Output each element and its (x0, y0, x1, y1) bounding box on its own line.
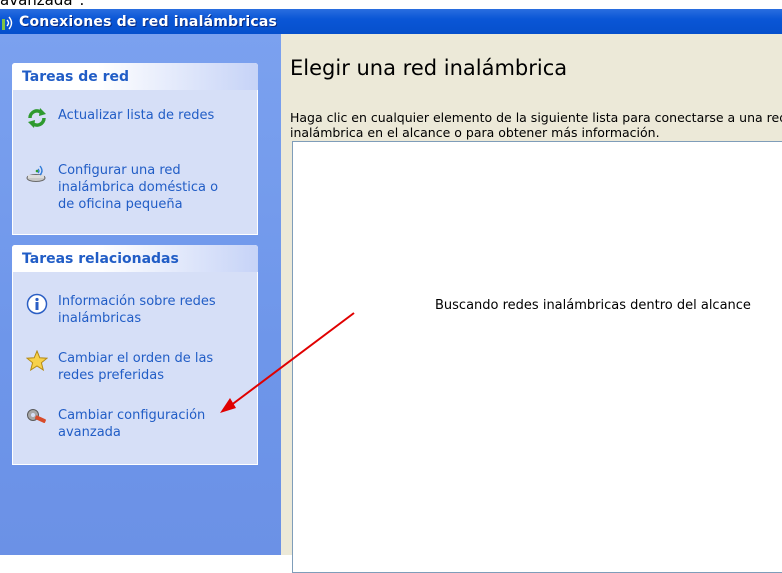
change-advanced-settings-link[interactable]: Cambiar configuración avanzada (26, 407, 228, 441)
top-caption: avanzada". (0, 0, 85, 9)
title-bar[interactable]: Conexiones de red inalámbricas (0, 9, 782, 34)
info-icon (26, 293, 48, 315)
network-list[interactable]: Buscando redes inalámbricas dentro del a… (292, 141, 782, 573)
task-sidebar: Tareas de red Actualizar lista de redes … (0, 34, 281, 555)
change-advanced-settings-label: Cambiar configuración avanzada (58, 408, 206, 440)
change-preferred-order-label: Cambiar el orden de las redes preferidas (58, 351, 214, 383)
page-description: Haga clic en cualquier elemento de la si… (290, 110, 782, 140)
setup-wireless-network-link[interactable]: Configurar una red inalámbrica doméstica… (26, 162, 228, 213)
refresh-network-list-label: Actualizar lista de redes (58, 108, 215, 123)
related-tasks-panel: Tareas relacionadas Información sobre re… (12, 245, 258, 465)
wireless-network-icon (2, 16, 13, 30)
refresh-icon (28, 108, 46, 128)
network-tasks-panel: Tareas de red Actualizar lista de redes … (12, 63, 258, 235)
window-title: Conexiones de red inalámbricas (19, 13, 278, 30)
searching-status: Buscando redes inalámbricas dentro del a… (435, 298, 751, 313)
wireless-info-label: Información sobre redes inalámbricas (58, 294, 216, 326)
wireless-info-link[interactable]: Información sobre redes inalámbricas (26, 293, 228, 327)
refresh-network-list-link[interactable]: Actualizar lista de redes (26, 107, 228, 129)
change-preferred-order-link[interactable]: Cambiar el orden de las redes preferidas (26, 350, 228, 384)
wireless-setup-icon (26, 165, 46, 182)
main-content: Elegir una red inalámbrica Haga clic en … (281, 34, 782, 573)
settings-wrench-icon (27, 409, 46, 424)
star-icon (26, 350, 48, 372)
page-title: Elegir una red inalámbrica (290, 56, 568, 80)
related-tasks-header[interactable]: Tareas relacionadas (12, 245, 258, 272)
network-tasks-header[interactable]: Tareas de red (12, 63, 258, 90)
setup-wireless-network-label: Configurar una red inalámbrica doméstica… (58, 163, 219, 212)
